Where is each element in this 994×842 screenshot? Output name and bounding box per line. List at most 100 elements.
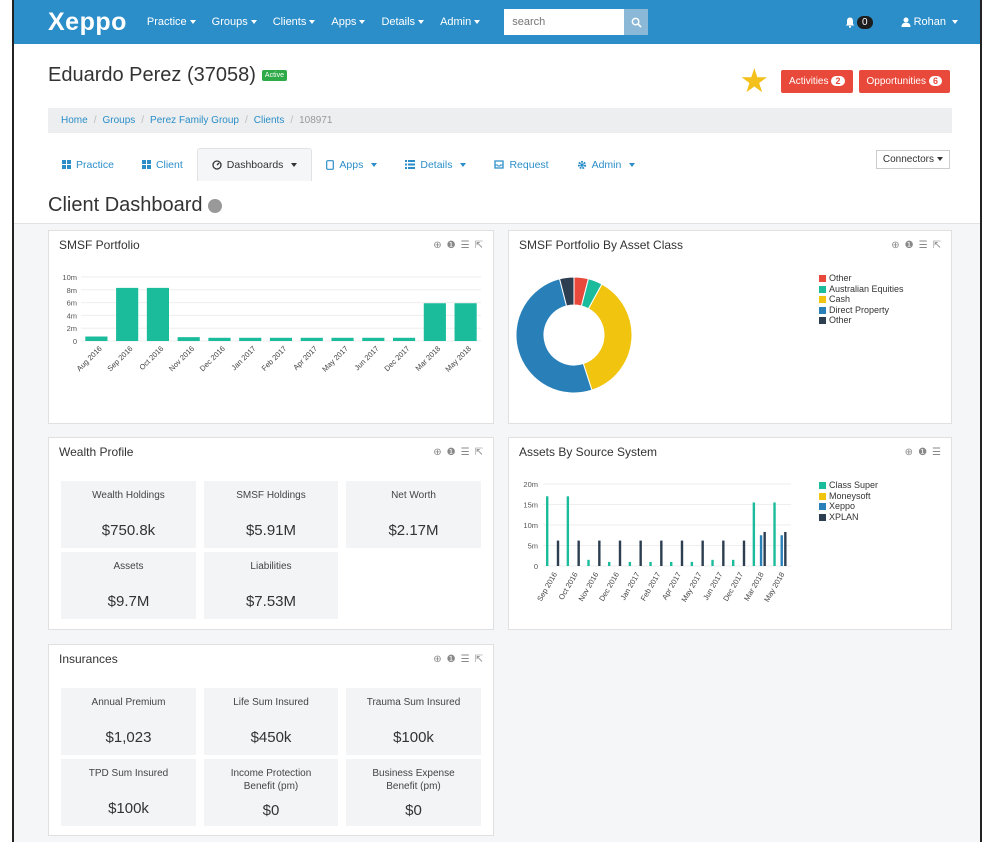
activities-button[interactable]: Activities 2 xyxy=(781,69,853,93)
tab-apps[interactable]: Apps xyxy=(312,148,391,181)
bar xyxy=(628,561,632,566)
business-expense-tile: Business Expense Benefit (pm) $0 xyxy=(346,759,481,826)
x-tick-label: Apr 2017 xyxy=(291,344,319,372)
user-menu[interactable]: Rohan xyxy=(901,16,958,28)
info-icon[interactable]: ❶ xyxy=(447,654,456,665)
zoom-icon[interactable]: ⊕ xyxy=(433,240,441,251)
x-tick-label: Feb 2017 xyxy=(639,571,663,603)
legend-label: Direct Property xyxy=(829,304,890,315)
nav-groups[interactable]: Groups xyxy=(212,16,257,28)
info-icon[interactable]: ❶ xyxy=(447,447,456,458)
legend-swatch xyxy=(819,285,826,293)
tab-dashboards[interactable]: Dashboards xyxy=(196,148,313,181)
opportunities-button[interactable]: Opportunities 6 xyxy=(858,69,950,93)
zoom-icon[interactable]: ⊕ xyxy=(905,447,913,458)
panel-title: Assets By Source System xyxy=(519,445,658,459)
x-tick-label: May 2017 xyxy=(679,571,703,604)
list-icon[interactable]: ☰ xyxy=(919,240,928,251)
tab-client-label: Client xyxy=(155,158,183,171)
legend-item[interactable]: Cash xyxy=(819,294,904,305)
globe-icon[interactable] xyxy=(207,198,222,213)
breadcrumb-clients[interactable]: Clients xyxy=(254,115,285,126)
x-tick-label: Sep 2016 xyxy=(535,571,559,603)
panel-title: Insurances xyxy=(59,652,118,666)
caret-down-icon xyxy=(250,20,257,25)
bar xyxy=(670,561,673,566)
legend-swatch xyxy=(819,317,826,324)
panel-header: Wealth Profile ⊕ ❶ ☰ ⇱ xyxy=(49,438,493,466)
x-tick-label: Feb 2017 xyxy=(260,344,289,373)
breadcrumb-family-group[interactable]: Perez Family Group xyxy=(150,115,239,126)
grid-icon xyxy=(62,160,71,169)
list-icon[interactable]: ☰ xyxy=(932,447,941,458)
app-logo[interactable]: Xeppo xyxy=(48,8,127,37)
legend-item[interactable]: Xeppo xyxy=(819,501,878,512)
bar xyxy=(269,337,293,341)
connectors-dropdown[interactable]: Connectors xyxy=(875,150,950,169)
source-system-legend: Class Super Moneysoft Xeppo XPLAN xyxy=(819,480,878,522)
legend-item[interactable]: Direct Property xyxy=(819,305,904,316)
asset-class-donut-chart xyxy=(515,276,633,394)
activities-count: 2 xyxy=(831,76,845,86)
info-icon[interactable]: ❶ xyxy=(918,447,927,458)
tab-practice[interactable]: Practice xyxy=(48,148,128,181)
tab-client[interactable]: Client xyxy=(128,148,197,181)
search-button[interactable] xyxy=(624,9,649,35)
favorite-star-icon[interactable]: ★ xyxy=(739,64,769,97)
list-icon[interactable]: ☰ xyxy=(461,447,470,458)
x-tick-label: Dec 2016 xyxy=(597,571,621,603)
tab-request[interactable]: Request xyxy=(480,148,562,181)
bar xyxy=(711,559,714,566)
legend-swatch xyxy=(819,296,826,303)
zoom-icon[interactable]: ⊕ xyxy=(891,240,899,251)
panel-tools: ⊕ ❶ ☰ ⇱ xyxy=(433,654,483,665)
breadcrumb-current: 108971 xyxy=(299,115,333,126)
breadcrumb-home[interactable]: Home xyxy=(61,115,88,126)
x-tick-label: May 2018 xyxy=(443,344,473,374)
wealth-holdings-tile: Wealth Holdings $750.8k xyxy=(61,481,196,548)
legend-label: Xeppo xyxy=(829,501,856,511)
nav-apps[interactable]: Apps xyxy=(331,16,366,28)
legend-item[interactable]: Other xyxy=(819,273,904,284)
tile-value: $0 xyxy=(262,802,280,819)
legend-item[interactable]: Other xyxy=(819,315,904,326)
export-icon[interactable]: ⇱ xyxy=(475,654,483,665)
nav-clients[interactable]: Clients xyxy=(273,16,316,28)
list-icon[interactable]: ☰ xyxy=(461,654,470,665)
export-icon[interactable]: ⇱ xyxy=(475,240,483,251)
export-icon[interactable]: ⇱ xyxy=(933,240,941,251)
nav-practice[interactable]: Practice xyxy=(147,16,196,28)
nav-clients-label: Clients xyxy=(272,16,307,28)
legend-label: Cash xyxy=(829,294,851,304)
bar xyxy=(732,559,735,566)
zoom-icon[interactable]: ⊕ xyxy=(433,447,441,458)
caret-down-icon xyxy=(189,20,196,25)
list-icon[interactable]: ☰ xyxy=(461,240,470,251)
tab-details[interactable]: Details xyxy=(391,148,480,181)
mobile-icon xyxy=(326,159,335,170)
legend-item[interactable]: Moneysoft xyxy=(819,491,878,502)
annual-premium-tile: Annual Premium $1,023 xyxy=(61,688,196,755)
zoom-icon[interactable]: ⊕ xyxy=(433,654,441,665)
legend-item[interactable]: Australian Equities xyxy=(819,284,904,295)
legend-item[interactable]: XPLAN xyxy=(819,512,878,523)
bar xyxy=(759,535,763,566)
info-icon[interactable]: ❶ xyxy=(905,240,914,251)
client-tabs: Practice Client Dashboards Apps Details … xyxy=(48,148,649,181)
breadcrumb-groups[interactable]: Groups xyxy=(102,115,135,126)
legend-item[interactable]: Class Super xyxy=(819,480,878,491)
nav-details[interactable]: Details xyxy=(381,16,425,28)
info-icon[interactable]: ❶ xyxy=(447,240,456,251)
bar xyxy=(177,337,200,341)
x-tick-label: Dec 2017 xyxy=(382,344,411,373)
notifications-button[interactable]: 0 xyxy=(845,15,873,29)
tile-value: $9.7M xyxy=(107,593,150,610)
bar xyxy=(660,540,663,566)
export-icon[interactable]: ⇱ xyxy=(475,447,483,458)
search-input[interactable] xyxy=(504,9,625,35)
tab-admin[interactable]: Admin xyxy=(563,148,650,181)
nav-admin[interactable]: Admin xyxy=(440,16,481,28)
income-protection-tile: Income Protection Benefit (pm) $0 xyxy=(204,759,338,826)
bar xyxy=(331,337,354,341)
liabilities-tile: Liabilities $7.53M xyxy=(204,552,338,619)
